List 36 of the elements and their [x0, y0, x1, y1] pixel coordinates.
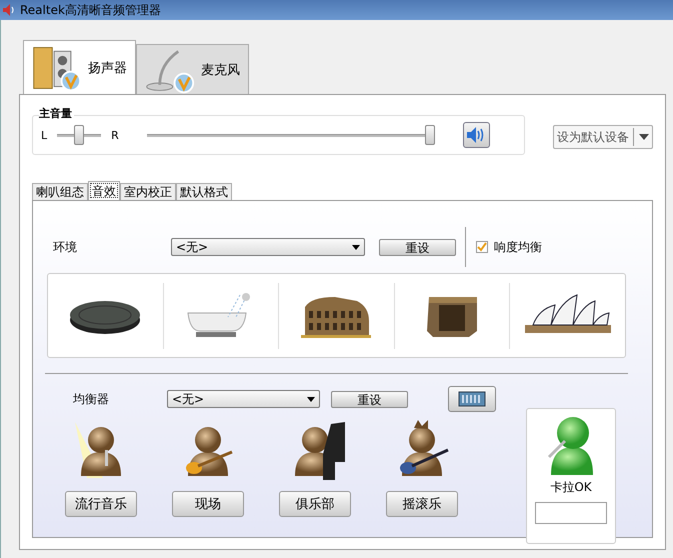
tab[interactable]: 喇叭组态	[32, 183, 88, 200]
equalizer-dropdown[interactable]: <无>	[167, 390, 320, 408]
checkbox-label: 响度均衡	[494, 238, 542, 256]
group-label: 主音量	[39, 106, 74, 121]
caret-icon	[638, 133, 650, 141]
environment-dropdown[interactable]: <无>	[171, 238, 365, 256]
equalizer-icon	[458, 391, 486, 407]
tab[interactable]: 室内校正	[120, 183, 176, 200]
left-label: L	[41, 128, 48, 142]
preset-button[interactable]: 流行音乐	[65, 491, 137, 517]
default-device-button[interactable]: 设为默认设备	[553, 125, 653, 149]
slider-thumb[interactable]	[424, 125, 435, 145]
mute-button[interactable]	[462, 122, 490, 148]
equalizer-button[interactable]	[448, 386, 496, 412]
preset-button[interactable]: 现场	[172, 491, 244, 517]
tab[interactable]: 默认格式	[176, 183, 232, 200]
preset-button[interactable]: 摇滚乐	[386, 491, 458, 517]
karaoke-label: 卡拉OK	[550, 479, 592, 496]
speaker-icon	[2, 3, 16, 17]
preset-button[interactable]: 俱乐部	[279, 491, 351, 517]
equalizer-label: 均衡器	[73, 390, 110, 408]
caret-icon	[352, 244, 360, 250]
reset-button[interactable]: 重设	[379, 238, 456, 256]
balance-slider[interactable]	[57, 125, 102, 145]
slider-thumb[interactable]	[74, 125, 84, 145]
right-label: R	[111, 128, 119, 142]
caret-icon	[307, 396, 315, 402]
reset-button[interactable]: 重设	[331, 390, 408, 408]
environment-label: 环境	[53, 238, 78, 256]
device-tab[interactable]: 扬声器	[23, 40, 136, 94]
pitch-spin-field[interactable]	[535, 502, 607, 524]
checkbox[interactable]	[476, 241, 488, 253]
volume-slider[interactable]	[146, 125, 435, 145]
device-tab[interactable]: 麦克风	[136, 44, 249, 94]
tab[interactable]: 音效	[88, 181, 120, 200]
window-title: Realtek高清晰音频管理器	[20, 2, 161, 18]
